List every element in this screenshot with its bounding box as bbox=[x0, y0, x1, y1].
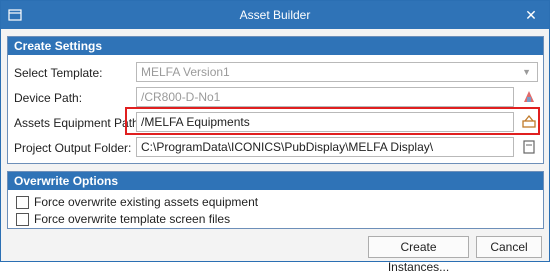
project-output-folder-label: Project Output Folder: bbox=[14, 141, 132, 155]
overwrite-options-header: Overwrite Options bbox=[8, 172, 543, 190]
assets-equipment-path-label: Assets Equipment Path: bbox=[14, 116, 143, 130]
asset-builder-window: Asset Builder ✕ Create Settings Select T… bbox=[0, 0, 550, 274]
project-output-folder-field[interactable]: C:\ProgramData\ICONICS\PubDisplay\MELFA … bbox=[136, 137, 514, 157]
force-overwrite-screens-checkbox[interactable] bbox=[16, 213, 29, 226]
create-settings-group: Create Settings Select Template: MELFA V… bbox=[7, 36, 544, 164]
device-path-label: Device Path: bbox=[14, 91, 83, 105]
chevron-down-icon: ▼ bbox=[522, 67, 531, 77]
window-title: Asset Builder bbox=[239, 8, 311, 22]
create-instances-button[interactable]: Create Instances... bbox=[368, 236, 469, 274]
select-template-label: Select Template: bbox=[14, 66, 103, 80]
device-path-field[interactable]: /CR800-D-No1 bbox=[136, 87, 514, 107]
force-overwrite-assets-checkbox[interactable] bbox=[16, 196, 29, 209]
device-browse-icon[interactable] bbox=[520, 88, 538, 106]
select-template-row: Select Template: MELFA Version1 ▼ bbox=[8, 62, 543, 84]
overwrite-options-group: Overwrite Options Force overwrite existi… bbox=[7, 171, 544, 229]
close-icon: ✕ bbox=[525, 7, 537, 23]
force-overwrite-assets-label: Force overwrite existing assets equipmen… bbox=[34, 195, 259, 209]
select-template-value: MELFA Version1 bbox=[141, 65, 230, 79]
title-bar: Asset Builder ✕ bbox=[1, 1, 549, 29]
folder-browse-icon[interactable] bbox=[520, 138, 538, 156]
highlight-box bbox=[125, 107, 540, 135]
device-path-row: Device Path: /CR800-D-No1 bbox=[8, 87, 543, 109]
select-template-dropdown[interactable]: MELFA Version1 ▼ bbox=[136, 62, 538, 82]
project-output-folder-row: Project Output Folder: C:\ProgramData\IC… bbox=[8, 137, 543, 159]
create-settings-header: Create Settings bbox=[8, 37, 543, 55]
close-button[interactable]: ✕ bbox=[521, 5, 541, 25]
force-overwrite-screens-label: Force overwrite template screen files bbox=[34, 212, 231, 226]
cancel-button[interactable]: Cancel bbox=[476, 236, 542, 258]
